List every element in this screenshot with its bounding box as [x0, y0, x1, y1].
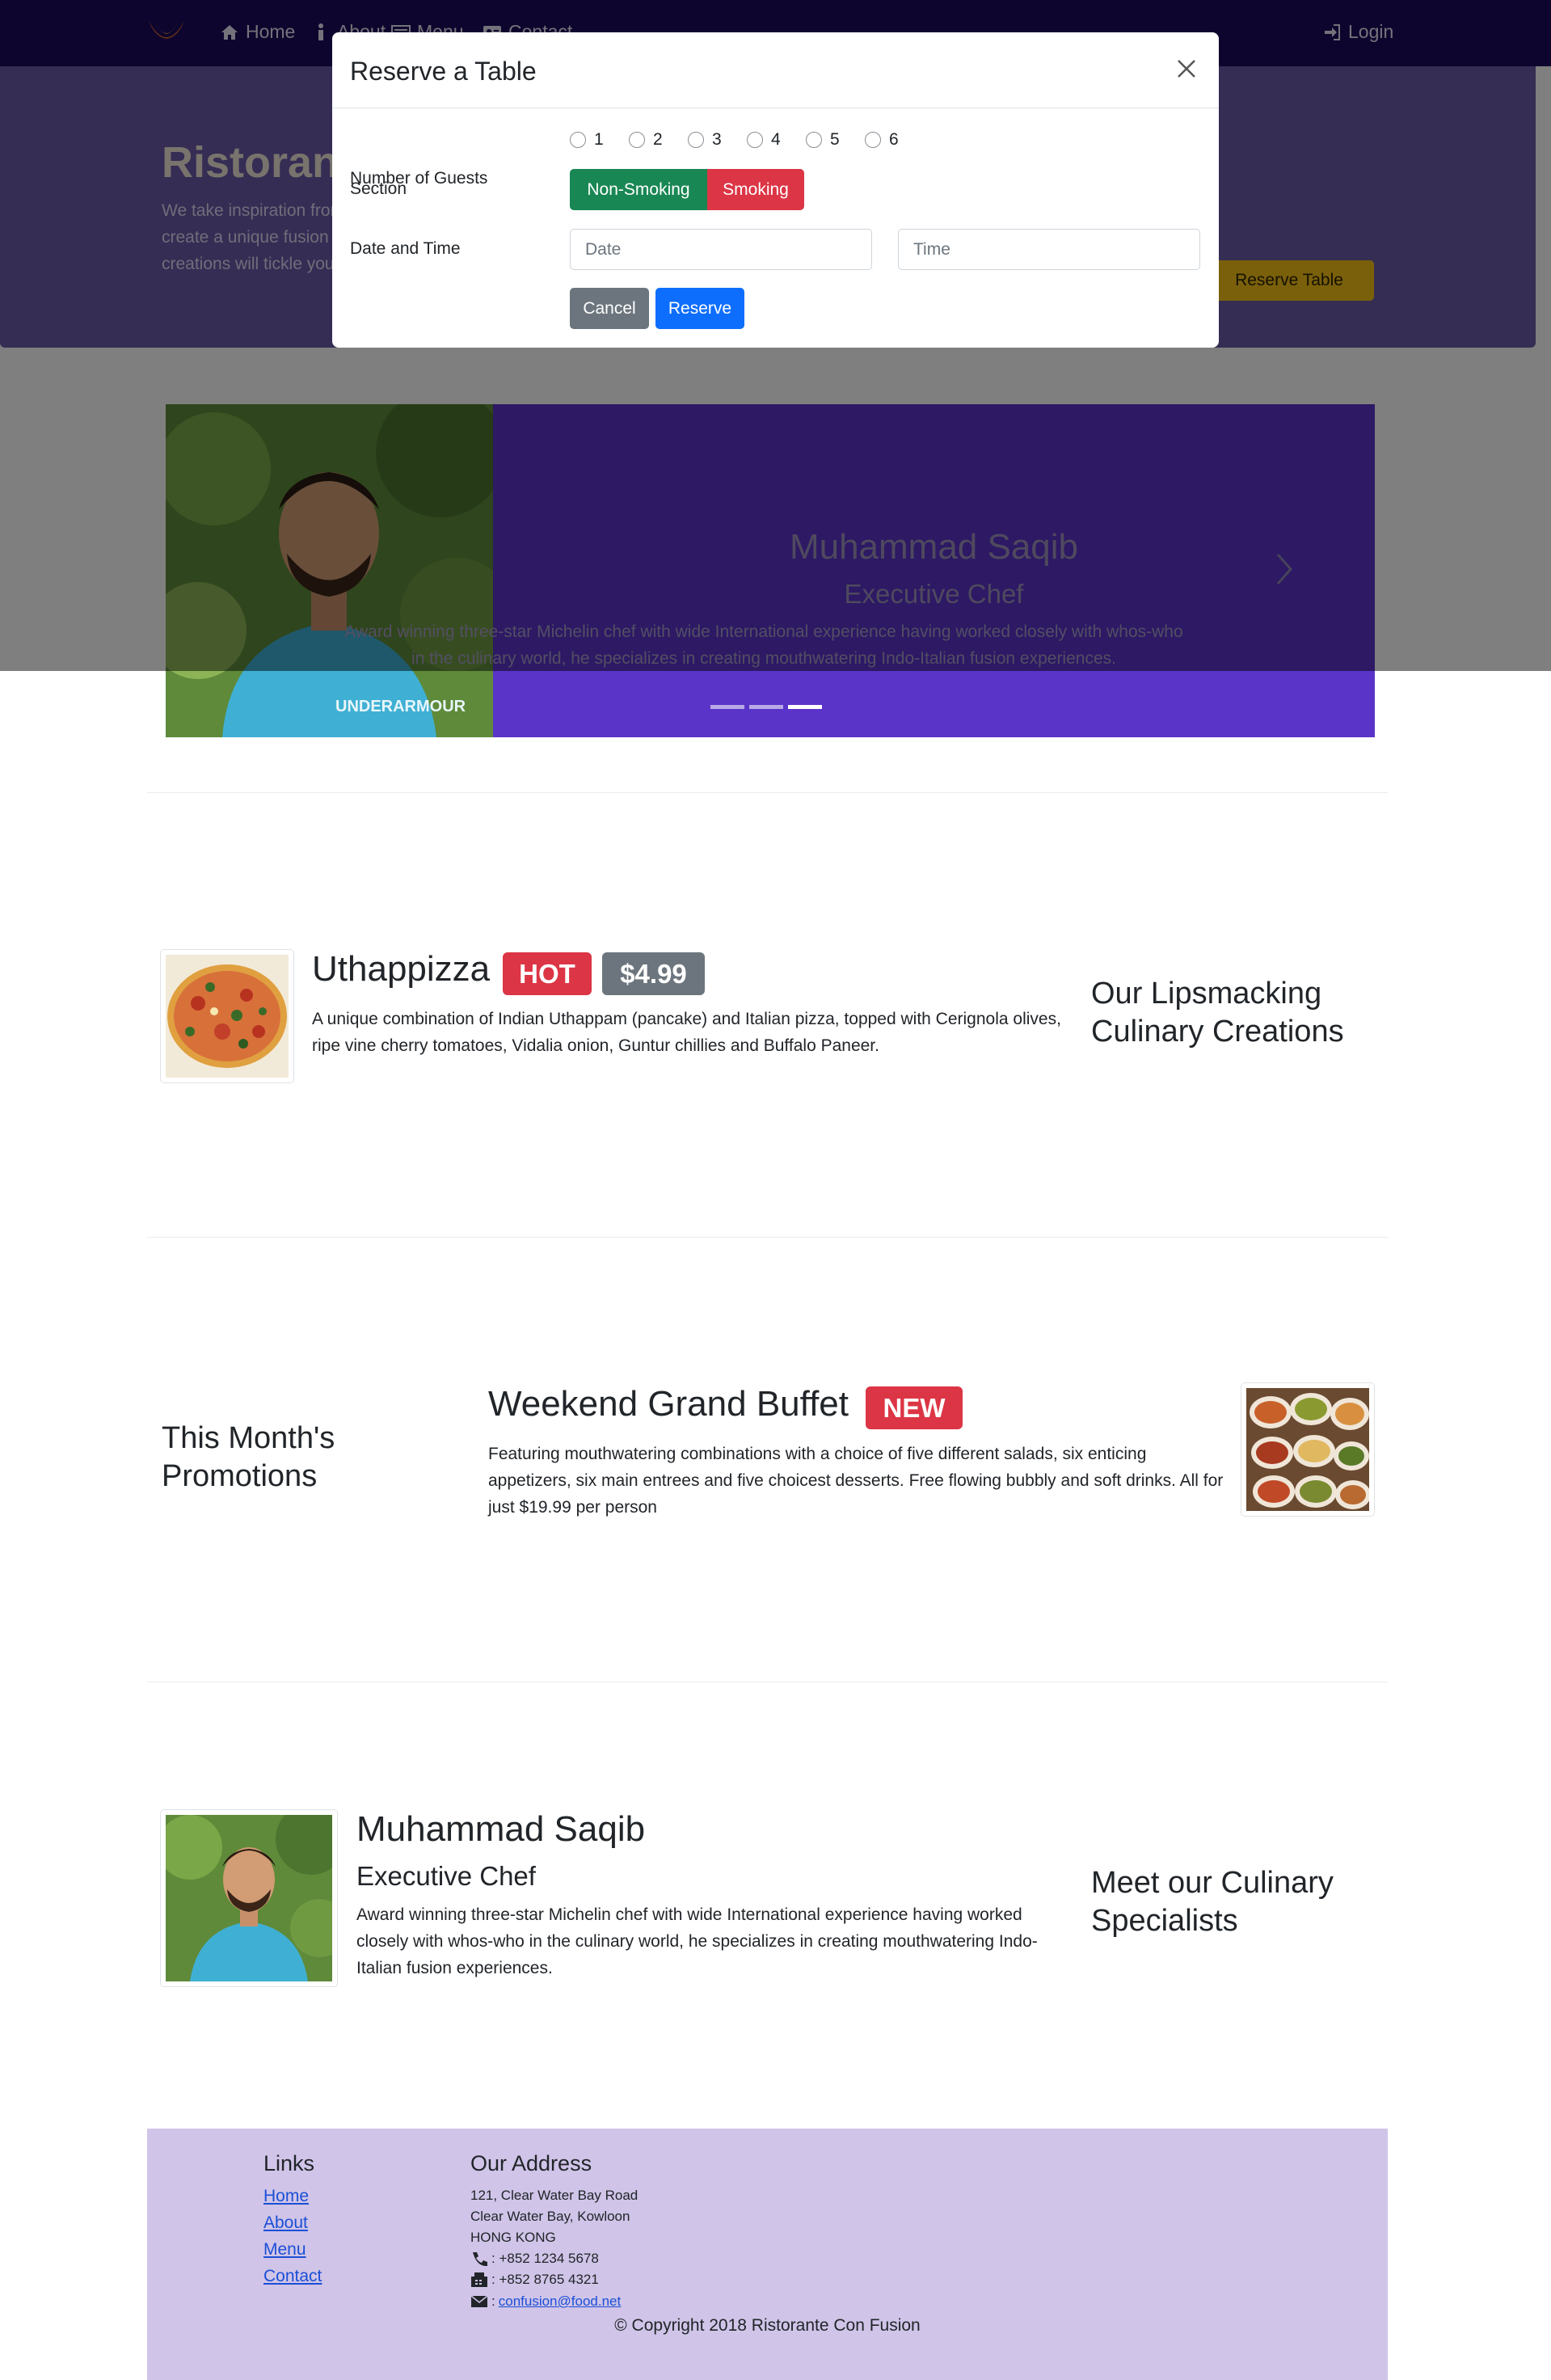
footer-email: : confusion@food.net: [470, 2293, 621, 2310]
new-badge: NEW: [866, 1386, 963, 1429]
hot-badge: HOT: [503, 952, 592, 995]
pizza-image: [166, 955, 289, 1078]
radio-label: 5: [830, 130, 840, 149]
non-smoking-button[interactable]: Non-Smoking: [570, 169, 707, 210]
section-divider: [147, 792, 1388, 793]
guest-radio-3[interactable]: 3: [688, 130, 722, 150]
radio-circle[interactable]: [570, 132, 586, 148]
reserve-table-modal: Reserve a Table Number of Guests 1 2 3 4…: [332, 32, 1219, 348]
guest-radio-6[interactable]: 6: [865, 130, 899, 150]
section-label: Section: [350, 179, 407, 198]
time-input[interactable]: Time: [898, 229, 1200, 270]
address-line-3: HONG KONG: [470, 2230, 556, 2245]
copyright: © Copyright 2018 Ristorante Con Fusion: [614, 2316, 921, 2335]
fax-number: : +852 8765 4321: [491, 2272, 599, 2287]
footer: Links Home About Menu Contact Our Addres…: [147, 2129, 1388, 2380]
footer-fax: : +852 8765 4321: [470, 2272, 599, 2288]
footer-link-contact[interactable]: Contact: [263, 2267, 322, 2286]
footer-link-menu[interactable]: Menu: [263, 2240, 306, 2260]
footer-phone: : +852 1234 5678: [470, 2251, 599, 2267]
svg-text:UNDERARMOUR: UNDERARMOUR: [335, 698, 466, 715]
dish-description: A unique combination of Indian Uthappam …: [312, 1010, 1061, 1055]
footer-link-home[interactable]: Home: [263, 2187, 309, 2206]
promotion-description: Featuring mouthwatering combinations wit…: [488, 1445, 1224, 1517]
radio-label: 6: [889, 130, 899, 149]
close-icon[interactable]: [1174, 57, 1199, 81]
leader-name: Muhammad Saqib: [356, 1809, 646, 1849]
radio-label: 2: [653, 130, 663, 149]
radio-circle[interactable]: [747, 132, 763, 148]
leader-side-heading: Meet our Culinary Specialists: [1091, 1866, 1334, 1938]
chef-thumbnail-image: [166, 1815, 332, 1981]
radio-circle[interactable]: [865, 132, 881, 148]
modal-title: Reserve a Table: [350, 57, 537, 86]
buffet-image: [1246, 1388, 1369, 1511]
address-line-2: Clear Water Bay, Kowloon: [470, 2209, 630, 2224]
radio-label: 3: [712, 130, 722, 149]
promotion-title: Weekend Grand Buffet: [488, 1384, 849, 1424]
leader-role: Executive Chef: [356, 1861, 536, 1891]
promotion-thumbnail: [1241, 1382, 1375, 1517]
guest-radio-4[interactable]: 4: [747, 130, 781, 150]
dish-side-heading: Our Lipsmacking Culinary Creations: [1091, 977, 1344, 1049]
carousel-indicator-2[interactable]: [749, 705, 783, 709]
fax-icon: [471, 2272, 487, 2287]
footer-link-about[interactable]: About: [263, 2213, 308, 2233]
date-input[interactable]: Date: [570, 229, 872, 270]
radio-label: 4: [771, 130, 781, 149]
reserve-button[interactable]: Reserve: [655, 288, 744, 329]
guest-radio-2[interactable]: 2: [629, 130, 663, 150]
leader-description: Award winning three-star Michelin chef w…: [356, 1905, 1038, 1977]
phone-number: : +852 1234 5678: [491, 2251, 599, 2266]
email-prefix: :: [491, 2293, 495, 2309]
promotion-side-heading: This Month's Promotions: [162, 1421, 335, 1493]
price-badge: $4.99: [602, 952, 705, 995]
carousel-indicator-1[interactable]: [710, 705, 744, 709]
dish-thumbnail: [160, 949, 294, 1083]
carousel-indicator-3-active[interactable]: [788, 705, 822, 709]
address-line-1: 121, Clear Water Bay Road: [470, 2188, 639, 2203]
radio-circle[interactable]: [629, 132, 645, 148]
leader-thumbnail: [160, 1809, 338, 1987]
dish-title: Uthappizza: [312, 949, 491, 989]
cancel-button[interactable]: Cancel: [570, 288, 649, 329]
guest-radio-1[interactable]: 1: [570, 130, 604, 150]
section-divider: [147, 1237, 1388, 1238]
datetime-label: Date and Time: [350, 239, 461, 258]
guest-radio-5[interactable]: 5: [806, 130, 840, 150]
envelope-icon: [470, 2295, 488, 2307]
radio-circle[interactable]: [688, 132, 704, 148]
footer-address-heading: Our Address: [470, 2151, 592, 2175]
phone-icon: [473, 2252, 487, 2267]
radio-label: 1: [594, 130, 604, 149]
radio-circle[interactable]: [806, 132, 822, 148]
smoking-button[interactable]: Smoking: [707, 169, 804, 210]
footer-links-heading: Links: [263, 2151, 315, 2175]
email-link[interactable]: confusion@food.net: [499, 2293, 621, 2310]
